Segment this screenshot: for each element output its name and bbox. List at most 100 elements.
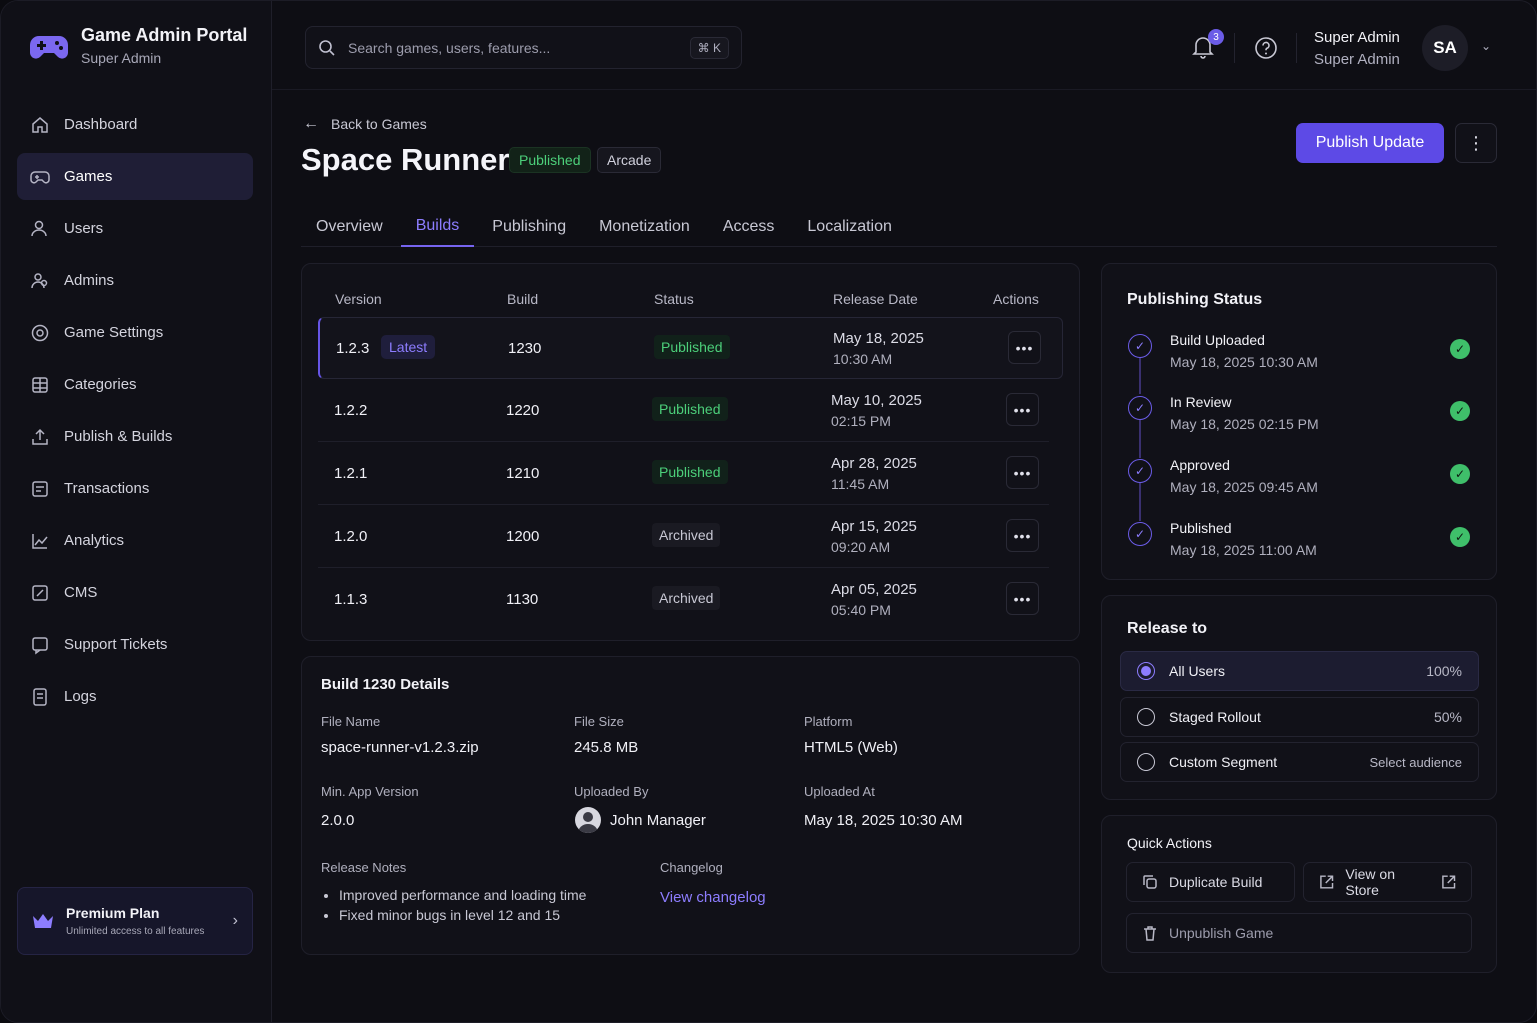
success-check-icon: ✓ (1450, 339, 1470, 359)
search-shortcut: ⌘ K (689, 36, 729, 59)
min-app-version-label: Min. App Version (321, 784, 419, 799)
release-option-all-users[interactable]: All Users 100% (1120, 651, 1479, 691)
brand[interactable]: Game Admin Portal Super Admin (29, 25, 247, 66)
release-date: May 10, 2025 (831, 392, 922, 409)
tab-monetization[interactable]: Monetization (584, 206, 705, 247)
status-badge: Published (652, 460, 728, 484)
sidebar-item-dashboard[interactable]: Dashboard (17, 101, 253, 148)
gamepad-icon (30, 170, 50, 183)
brand-subtitle: Super Admin (81, 50, 162, 66)
release-time: 09:20 AM (831, 539, 891, 555)
gamepad-logo-icon (30, 35, 68, 59)
status-badge: Archived (652, 586, 721, 610)
table-row[interactable]: 1.2.1 1210 Published Apr 28, 2025 11:45 … (318, 443, 1049, 505)
build-cell: 1230 (508, 340, 542, 357)
gear-icon (31, 324, 49, 341)
row-actions-button[interactable]: ••• (1008, 331, 1041, 364)
table-row[interactable]: 1.2.0 1200 Archived Apr 15, 2025 09:20 A… (318, 506, 1049, 568)
list-item: Improved performance and loading time (339, 885, 586, 905)
duplicate-build-button[interactable]: Duplicate Build (1126, 862, 1295, 902)
sidebar-item-users[interactable]: Users (17, 205, 253, 252)
sidebar-item-game-settings[interactable]: Game Settings (17, 309, 253, 356)
users-icon (31, 272, 48, 288)
select-audience-link[interactable]: Select audience (1369, 755, 1462, 770)
row-actions-button[interactable]: ••• (1006, 393, 1039, 426)
uploaded-at-value: May 18, 2025 10:30 AM (804, 812, 963, 829)
release-date: Apr 28, 2025 (831, 455, 917, 472)
sidebar-item-categories[interactable]: Categories (17, 361, 253, 408)
step-check-icon: ✓ (1128, 396, 1152, 420)
sidebar-item-label: Transactions (64, 480, 150, 497)
back-label: Back to Games (331, 116, 427, 132)
version-cell: 1.2.2 (334, 402, 368, 419)
table-row[interactable]: 1.1.3 1130 Archived Apr 05, 2025 05:40 P… (318, 569, 1049, 631)
more-options-button[interactable]: ⋮ (1455, 123, 1497, 163)
sidebar-item-support-tickets[interactable]: Support Tickets (17, 621, 253, 668)
radio-icon[interactable] (1137, 708, 1155, 726)
chevron-down-icon[interactable]: ⌄ (1481, 39, 1491, 53)
release-option-staged-rollout[interactable]: Staged Rollout 50% (1120, 697, 1479, 737)
premium-plan-card[interactable]: Premium Plan Unlimited access to all fea… (17, 887, 253, 955)
sidebar-item-label: Analytics (64, 532, 125, 549)
sidebar-item-transactions[interactable]: Transactions (17, 465, 253, 512)
release-date: Apr 05, 2025 (831, 581, 917, 598)
sidebar-item-analytics[interactable]: Analytics (17, 517, 253, 564)
row-actions-button[interactable]: ••• (1006, 456, 1039, 489)
view-on-store-button[interactable]: View on Store (1303, 862, 1472, 902)
unpublish-game-button[interactable]: Unpublish Game (1126, 913, 1472, 953)
release-notes-list: Improved performance and loading time Fi… (323, 885, 586, 925)
sidebar-item-logs[interactable]: Logs (17, 673, 253, 720)
column-header-release-date: Release Date (833, 291, 918, 307)
tab-overview[interactable]: Overview (301, 206, 398, 247)
file-size-label: File Size (574, 714, 624, 729)
external-link-icon (1320, 875, 1334, 889)
file-size-value: 245.8 MB (574, 739, 639, 756)
sidebar-item-admins[interactable]: Admins (17, 257, 253, 304)
radio-icon[interactable] (1137, 753, 1155, 771)
help-icon[interactable] (1254, 36, 1278, 60)
tab-localization[interactable]: Localization (792, 206, 907, 247)
table-row[interactable]: 1.2.3 Latest 1230 Published May 18, 2025… (318, 317, 1063, 379)
tab-access[interactable]: Access (708, 206, 790, 247)
status-badge: Published (652, 397, 728, 421)
tab-builds[interactable]: Builds (400, 206, 475, 247)
row-actions-button[interactable]: ••• (1006, 519, 1039, 552)
table-row[interactable]: 1.2.2 1220 Published May 10, 2025 02:15 … (318, 380, 1049, 442)
uploaded-by-value: John Manager (610, 812, 706, 829)
search-bar[interactable]: ⌘ K (305, 26, 742, 69)
step-check-icon: ✓ (1128, 522, 1152, 546)
row-actions-button[interactable]: ••• (1006, 582, 1039, 615)
divider (1234, 33, 1235, 63)
option-value: 50% (1433, 709, 1462, 725)
avatar[interactable]: SA (1422, 25, 1468, 71)
tab-bar: Overview Builds Publishing Monetization … (301, 206, 1497, 247)
uploader-avatar (575, 807, 601, 833)
radio-selected-icon[interactable] (1137, 662, 1155, 680)
step-title: In Review (1170, 394, 1232, 410)
step-check-icon: ✓ (1128, 459, 1152, 483)
sidebar-nav: Dashboard Games Users Admins Game Settin… (17, 101, 253, 725)
min-app-version-value: 2.0.0 (321, 812, 355, 829)
release-notes-label: Release Notes (321, 860, 407, 875)
back-link[interactable]: ← Back to Games (303, 115, 427, 133)
sidebar-item-label: Dashboard (64, 116, 138, 133)
page-title: Space Runner (301, 142, 510, 177)
column-header-version: Version (335, 291, 382, 307)
option-value: 100% (1426, 663, 1462, 679)
view-changelog-link[interactable]: View changelog (660, 889, 766, 906)
sidebar-item-publish-builds[interactable]: Publish & Builds (17, 413, 253, 460)
duplicate-build-label: Duplicate Build (1169, 874, 1263, 890)
chart-icon (32, 533, 48, 549)
search-input[interactable] (348, 39, 678, 56)
release-option-custom-segment[interactable]: Custom Segment Select audience (1120, 742, 1479, 782)
tab-publishing[interactable]: Publishing (477, 206, 581, 247)
step-title: Published (1170, 520, 1232, 536)
sidebar-item-games[interactable]: Games (17, 153, 253, 200)
brand-title: Game Admin Portal (81, 25, 248, 45)
sidebar-item-cms[interactable]: CMS (17, 569, 253, 616)
uploaded-at-label: Uploaded At (804, 784, 875, 799)
publish-update-button[interactable]: Publish Update (1296, 123, 1444, 163)
version-cell: 1.1.3 (334, 591, 368, 608)
version-cell: 1.2.1 (334, 465, 368, 482)
user-icon (31, 220, 47, 236)
